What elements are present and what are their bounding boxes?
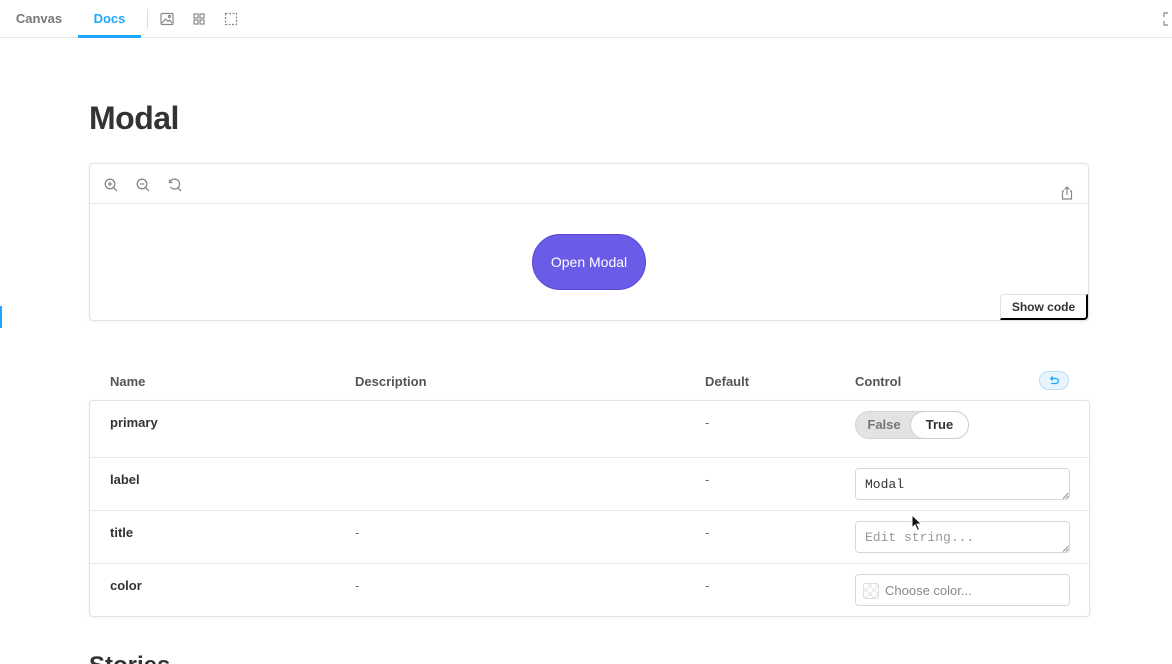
stories-heading: Stories <box>89 652 170 664</box>
table-row: label - Modal <box>90 458 1089 511</box>
arg-name: label <box>110 472 140 487</box>
tab-canvas[interactable]: Canvas <box>0 0 78 38</box>
args-table: primary - False True label - Modal title… <box>89 400 1090 617</box>
show-code-button[interactable]: Show code <box>1000 294 1088 320</box>
arg-name: primary <box>110 415 158 430</box>
column-header-control: Control <box>855 374 902 389</box>
column-header-description: Description <box>355 374 427 389</box>
zoom-out-icon[interactable] <box>135 177 151 193</box>
zoom-in-icon[interactable] <box>103 177 119 193</box>
boolean-toggle: False True <box>855 411 969 439</box>
zoom-reset-icon[interactable] <box>167 177 183 193</box>
table-row: color - - Choose color... <box>90 564 1089 617</box>
table-row: primary - False True <box>90 401 1089 458</box>
share-icon[interactable] <box>1059 185 1075 201</box>
column-header-name: Name <box>110 374 146 389</box>
outline-icon[interactable] <box>223 11 239 27</box>
sidebar-resize-indicator[interactable] <box>0 306 2 328</box>
arg-default: - <box>705 525 710 540</box>
color-swatch[interactable] <box>863 583 879 599</box>
top-toolbar: Canvas Docs <box>0 0 1172 38</box>
preview-toolbar <box>90 164 1088 204</box>
arg-default: - <box>705 578 710 593</box>
arg-description: - <box>355 578 360 593</box>
color-picker-field[interactable]: Choose color... <box>855 574 1070 606</box>
tab-docs[interactable]: Docs <box>78 0 141 38</box>
story-preview: Open Modal Show code <box>89 163 1089 321</box>
reset-controls-button[interactable] <box>1039 371 1069 390</box>
grid-icon[interactable] <box>191 11 207 27</box>
open-modal-button[interactable]: Open Modal <box>532 234 646 290</box>
arg-name: color <box>110 578 142 593</box>
arg-default: - <box>705 415 710 430</box>
label-text-field[interactable]: Modal <box>855 468 1070 500</box>
expand-icon[interactable] <box>1162 11 1172 27</box>
arg-default: - <box>705 472 710 487</box>
toggle-true-option[interactable]: True <box>911 412 968 438</box>
toggle-false-option[interactable]: False <box>856 412 912 438</box>
arg-description: - <box>355 525 360 540</box>
title-text-field[interactable] <box>855 521 1070 553</box>
color-placeholder: Choose color... <box>885 583 972 598</box>
image-icon[interactable] <box>159 11 175 27</box>
column-header-default: Default <box>705 374 750 389</box>
toolbar-divider <box>147 9 148 29</box>
arg-name: title <box>110 525 134 540</box>
page-title: Modal <box>89 100 179 136</box>
table-row: title - - <box>90 511 1089 564</box>
undo-icon <box>1049 376 1060 385</box>
